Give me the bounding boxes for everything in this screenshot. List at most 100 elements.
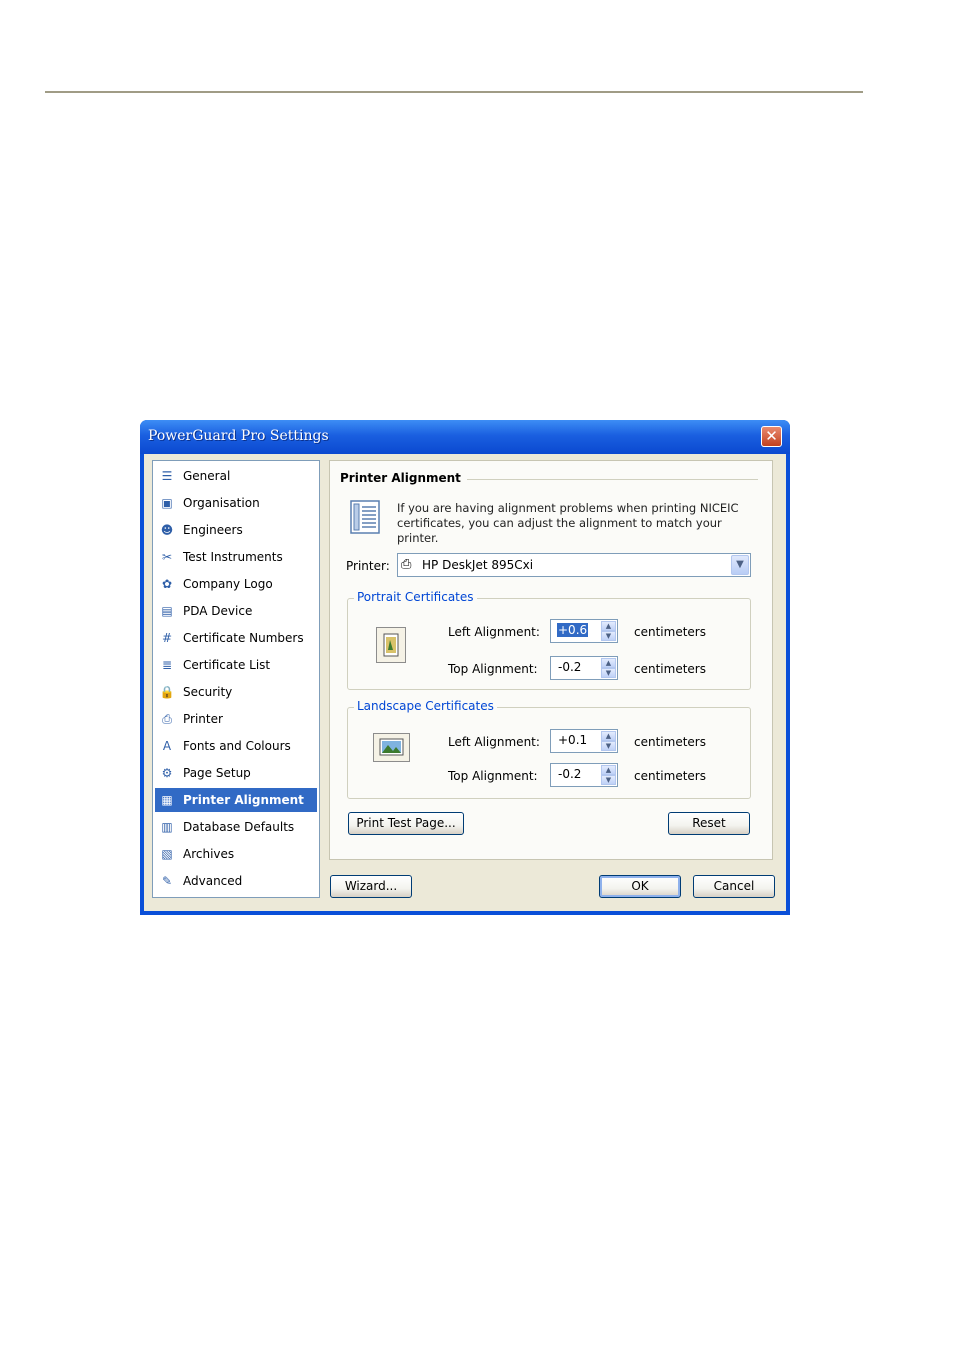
database-icon: ▥: [161, 820, 173, 834]
chevron-down-icon[interactable]: ▼: [731, 555, 749, 575]
nav-item-certificate-list[interactable]: ≣ Certificate List: [155, 653, 317, 677]
landscape-top-unit: centimeters: [634, 769, 706, 783]
nav-item-archives[interactable]: ▧ Archives: [155, 842, 317, 866]
portrait-top-unit: centimeters: [634, 662, 706, 676]
portrait-top-spinner[interactable]: -0.2 ▲ ▼: [550, 656, 618, 680]
nav-item-label: Certificate List: [183, 658, 271, 672]
nav-item-label: Security: [183, 685, 233, 699]
page-setup-icon: ⚙: [161, 766, 173, 780]
spin-down-icon[interactable]: ▼: [601, 741, 616, 751]
spin-up-icon[interactable]: ▲: [601, 621, 616, 631]
portrait-group-title: Portrait Certificates: [354, 590, 477, 604]
nav-item-company-logo[interactable]: ✿ Company Logo: [155, 572, 317, 596]
archives-icon: ▧: [161, 847, 173, 861]
landscape-top-value[interactable]: -0.2: [557, 767, 582, 781]
alignment-icon: ▦: [161, 793, 173, 807]
settings-dialog: PowerGuard Pro Settings ✕ ☰ General ▣ Organ…: [140, 420, 790, 915]
cancel-button[interactable]: Cancel: [693, 875, 775, 898]
settings-nav-list[interactable]: ☰ General ▣ Organisation ☻ Engineers ✂ Test Ins…: [152, 460, 320, 898]
portrait-left-spinner[interactable]: +0.6 ▲ ▼: [550, 619, 618, 643]
printer-alignment-panel: Printer Alignment If you are having alig…: [329, 460, 773, 860]
printer-value: HP DeskJet 895Cxi: [422, 558, 534, 572]
spin-up-icon[interactable]: ▲: [601, 765, 616, 775]
landscape-left-label: Left Alignment:: [448, 735, 540, 749]
nav-item-pda-device[interactable]: ▤ PDA Device: [155, 599, 317, 623]
nav-item-label: Organisation: [183, 496, 260, 510]
nav-item-label: General: [183, 469, 231, 483]
portrait-left-value[interactable]: +0.6: [557, 623, 589, 637]
landscape-page-icon: [373, 733, 410, 762]
panel-heading: Printer Alignment: [340, 471, 467, 485]
portrait-left-unit: centimeters: [634, 625, 706, 639]
spin-up-icon[interactable]: ▲: [601, 658, 616, 668]
page-divider-line: [45, 91, 863, 93]
printer-icon: ⎙: [162, 712, 172, 726]
nav-item-label: Fonts and Colours: [183, 739, 291, 753]
nav-item-label: Archives: [183, 847, 235, 861]
reset-button[interactable]: Reset: [668, 812, 750, 835]
nav-item-label: Database Defaults: [183, 820, 295, 834]
font-icon: A: [162, 739, 172, 753]
nav-item-engineers[interactable]: ☻ Engineers: [155, 518, 317, 542]
nav-item-organisation[interactable]: ▣ Organisation: [155, 491, 317, 515]
landscape-left-unit: centimeters: [634, 735, 706, 749]
lock-icon: 🔒: [159, 685, 175, 699]
nav-item-label: Test Instruments: [183, 550, 283, 564]
nav-item-printer[interactable]: ⎙ Printer: [155, 707, 317, 731]
list-icon: ≣: [161, 658, 173, 672]
print-test-page-button[interactable]: Print Test Page...: [348, 812, 464, 835]
title-bar[interactable]: PowerGuard Pro Settings ✕: [140, 420, 790, 454]
nav-item-label: Printer Alignment: [183, 793, 304, 807]
nav-item-test-instruments[interactable]: ✂ Test Instruments: [155, 545, 317, 569]
spin-up-icon[interactable]: ▲: [601, 731, 616, 741]
general-icon: ☰: [161, 469, 173, 483]
close-button[interactable]: ✕: [761, 426, 782, 447]
landscape-left-value[interactable]: +0.1: [557, 733, 588, 747]
nav-item-label: Certificate Numbers: [183, 631, 304, 645]
printer-dropdown[interactable]: ⎙ HP DeskJet 895Cxi ▼: [397, 553, 751, 577]
portrait-top-label: Top Alignment:: [448, 662, 538, 676]
nav-item-certificate-numbers[interactable]: # Certificate Numbers: [155, 626, 317, 650]
portrait-top-value[interactable]: -0.2: [557, 660, 582, 674]
nav-item-label: PDA Device: [183, 604, 253, 618]
organisation-icon: ▣: [161, 496, 173, 510]
portrait-page-icon: [376, 627, 406, 663]
nav-item-label: Company Logo: [183, 577, 273, 591]
spin-down-icon[interactable]: ▼: [601, 668, 616, 678]
nav-item-fonts-and-colours[interactable]: A Fonts and Colours: [155, 734, 317, 758]
printer-icon: ⎙: [401, 557, 412, 572]
close-icon: ✕: [765, 427, 778, 445]
landscape-certificates-group: Landscape Certificates Left Alignment: +…: [347, 699, 751, 799]
alignment-info-icon: [350, 500, 380, 534]
dialog-body: ☰ General ▣ Organisation ☻ Engineers ✂ Test Ins…: [144, 454, 786, 911]
info-text: If you are having alignment problems whe…: [397, 501, 739, 545]
nav-item-label: Page Setup: [183, 766, 251, 780]
nav-item-security[interactable]: 🔒 Security: [155, 680, 317, 704]
nav-item-label: Engineers: [183, 523, 243, 537]
portrait-certificates-group: Portrait Certificates Left Alignment: +0…: [347, 590, 751, 690]
landscape-group-title: Landscape Certificates: [354, 699, 497, 713]
wizard-button[interactable]: Wizard...: [330, 875, 412, 898]
portrait-left-label: Left Alignment:: [448, 625, 540, 639]
spin-down-icon[interactable]: ▼: [601, 631, 616, 641]
ok-button[interactable]: OK: [599, 875, 681, 898]
nav-item-general[interactable]: ☰ General: [155, 464, 317, 488]
nav-item-database-defaults[interactable]: ▥ Database Defaults: [155, 815, 317, 839]
pda-icon: ▤: [161, 604, 173, 618]
nav-item-label: Printer: [183, 712, 223, 726]
logo-icon: ✿: [161, 577, 173, 591]
nav-item-advanced[interactable]: ✎ Advanced: [155, 869, 317, 893]
printer-label: Printer:: [346, 559, 390, 573]
numbers-icon: #: [161, 631, 173, 645]
nav-item-label: Advanced: [183, 874, 243, 888]
landscape-top-spinner[interactable]: -0.2 ▲ ▼: [550, 763, 618, 787]
nav-item-printer-alignment[interactable]: ▦ Printer Alignment: [155, 788, 317, 812]
spin-down-icon[interactable]: ▼: [601, 775, 616, 785]
tools-icon: ✂: [161, 550, 173, 564]
landscape-top-label: Top Alignment:: [448, 769, 538, 783]
window-title: PowerGuard Pro Settings: [148, 428, 329, 444]
advanced-icon: ✎: [161, 874, 173, 888]
landscape-left-spinner[interactable]: +0.1 ▲ ▼: [550, 729, 618, 753]
nav-item-page-setup[interactable]: ⚙ Page Setup: [155, 761, 317, 785]
engineers-icon: ☻: [160, 523, 174, 537]
